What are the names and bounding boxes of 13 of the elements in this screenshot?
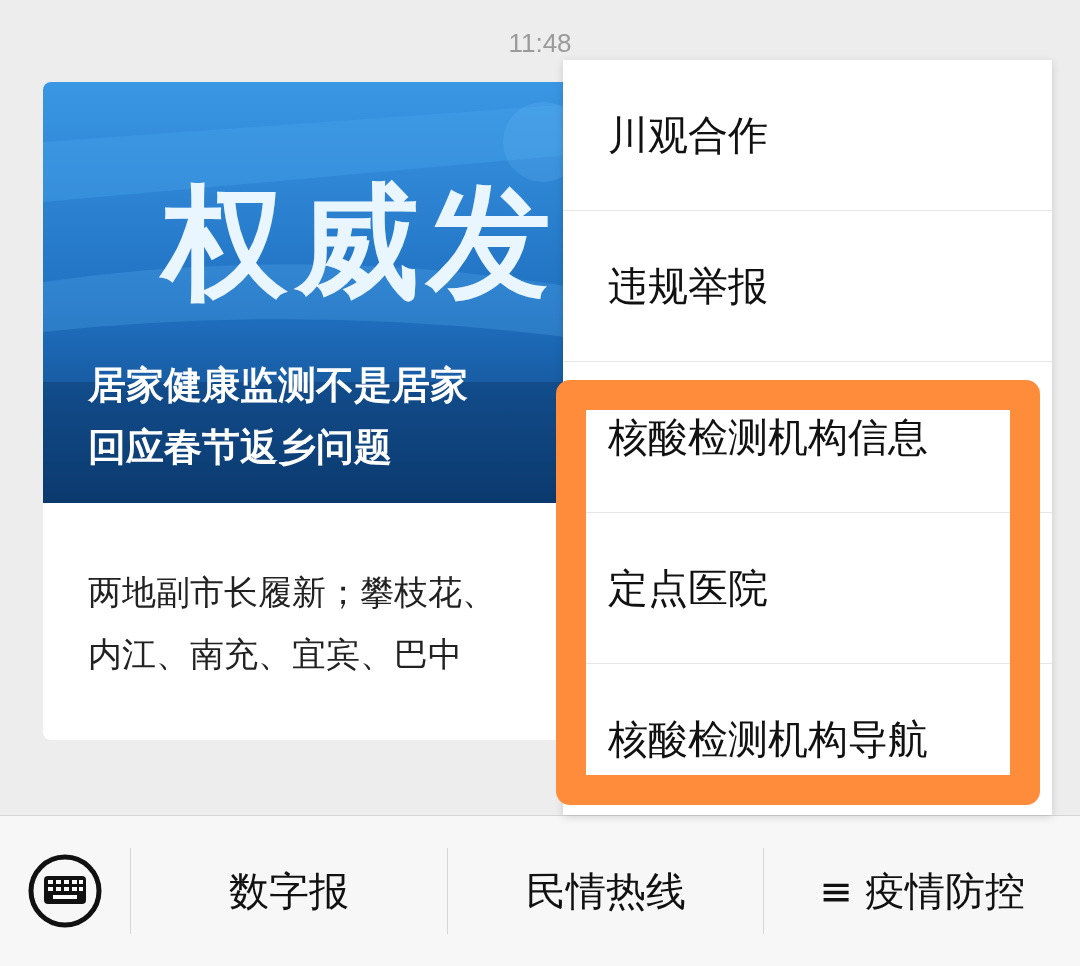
menu-item[interactable]: 核酸检测机构信息 [563,362,1052,513]
menu-item[interactable]: 定点医院 [563,513,1052,664]
bottom-menu-button[interactable]: 民情热线 [525,863,686,919]
bottom-menu-button[interactable]: 数字报 [228,863,349,919]
menu-item[interactable]: 川观合作 [563,60,1052,211]
menu-item[interactable]: 违规举报 [563,211,1052,362]
article-title: 居家健康监测不是居家 回应春节返乡问题 [88,362,468,471]
menu-icon: ≡ [819,868,853,914]
keyboard-icon[interactable] [28,854,102,928]
bottom-menu-button[interactable]: ≡ 疫情防控 [819,863,1025,919]
article-summary: 两地副市长履新；攀枝花、 内江、南充、宜宾、巴中 [87,571,497,676]
status-time: 11:48 [508,28,572,59]
button-label: 疫情防控 [864,866,1025,916]
